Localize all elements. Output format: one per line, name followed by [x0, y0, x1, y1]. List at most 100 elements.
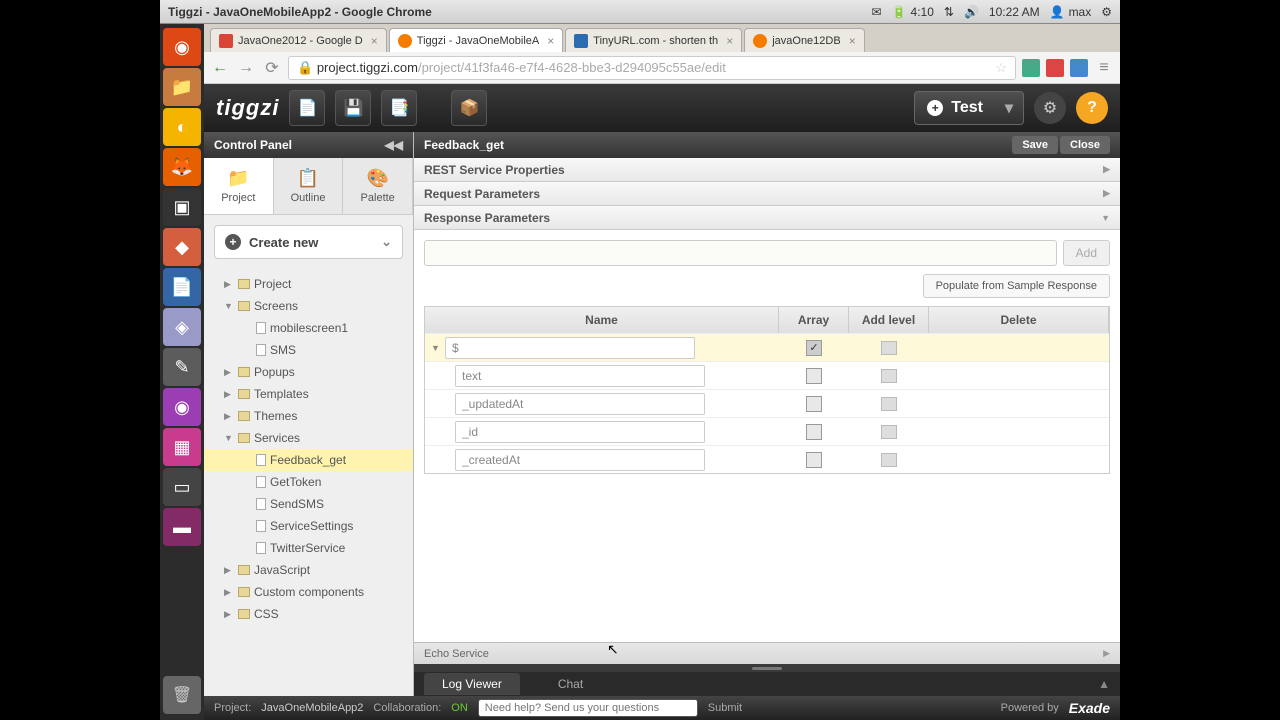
- network-icon[interactable]: ⇅: [944, 5, 954, 19]
- bottom-tab[interactable]: Chat: [540, 673, 601, 695]
- tree-folder[interactable]: ▶Templates: [204, 383, 413, 405]
- bottom-tab[interactable]: Log Viewer: [424, 673, 520, 695]
- tree-folder[interactable]: ▼Screens: [204, 295, 413, 317]
- back-button[interactable]: ←: [210, 58, 230, 78]
- request-section[interactable]: Request Parameters▶: [414, 182, 1120, 206]
- browser-tab[interactable]: TinyURL.com - shorten th×: [565, 28, 742, 52]
- add-level-button[interactable]: [881, 453, 897, 467]
- add-button[interactable]: Add: [1063, 240, 1110, 266]
- firefox-icon[interactable]: 🦊: [163, 148, 201, 186]
- gedit-icon[interactable]: 📄: [163, 268, 201, 306]
- launcher-app[interactable]: ▬: [163, 508, 201, 546]
- user-menu[interactable]: 👤 max: [1050, 5, 1092, 19]
- expand-icon[interactable]: ▶: [224, 389, 234, 400]
- forward-button[interactable]: →: [236, 58, 256, 78]
- files-icon[interactable]: 📁: [163, 68, 201, 106]
- array-checkbox[interactable]: [806, 452, 822, 468]
- expand-icon[interactable]: ▼: [224, 433, 234, 443]
- param-name-field[interactable]: [455, 365, 705, 387]
- add-level-button[interactable]: [881, 397, 897, 411]
- tree-folder[interactable]: ▶Popups: [204, 361, 413, 383]
- battery-indicator[interactable]: 🔋 4:10: [892, 5, 934, 19]
- echo-section[interactable]: Echo Service▶: [414, 642, 1120, 664]
- array-checkbox[interactable]: ✓: [806, 340, 822, 356]
- clock[interactable]: 10:22 AM: [989, 5, 1040, 19]
- tree-item[interactable]: SendSMS: [204, 493, 413, 515]
- tree-folder[interactable]: ▶Themes: [204, 405, 413, 427]
- reload-button[interactable]: ⟳: [262, 58, 282, 78]
- url-input[interactable]: 🔒 project.tiggzi.com/project/41f3fa46-e7…: [288, 56, 1016, 80]
- tree-folder[interactable]: ▶Custom components: [204, 581, 413, 603]
- tree-folder[interactable]: ▶CSS: [204, 603, 413, 625]
- array-checkbox[interactable]: [806, 424, 822, 440]
- tree-folder[interactable]: ▶JavaScript: [204, 559, 413, 581]
- toolbar-button[interactable]: 📄: [289, 90, 325, 126]
- array-checkbox[interactable]: [806, 396, 822, 412]
- help-input[interactable]: [478, 699, 698, 717]
- tree-item[interactable]: SMS: [204, 339, 413, 361]
- close-tab-icon[interactable]: ×: [849, 34, 856, 48]
- extension-icon[interactable]: [1070, 59, 1088, 77]
- launcher-app[interactable]: ✎: [163, 348, 201, 386]
- chrome-icon[interactable]: ◐: [163, 108, 201, 146]
- add-level-button[interactable]: [881, 341, 897, 355]
- tree-item[interactable]: TwitterService: [204, 537, 413, 559]
- expand-icon[interactable]: ▶: [224, 609, 234, 620]
- expand-icon[interactable]: ▶: [224, 587, 234, 598]
- expand-icon[interactable]: ▶: [224, 279, 234, 290]
- add-level-button[interactable]: [881, 369, 897, 383]
- mail-icon[interactable]: ✉: [872, 5, 882, 19]
- panel-tab-palette[interactable]: 🎨Palette: [343, 158, 413, 214]
- close-tab-icon[interactable]: ×: [547, 34, 554, 48]
- launcher-app[interactable]: ◈: [163, 308, 201, 346]
- tree-folder[interactable]: ▶Project: [204, 273, 413, 295]
- expand-icon[interactable]: ▶: [224, 565, 234, 576]
- toolbar-button[interactable]: 📑: [381, 90, 417, 126]
- extension-icon[interactable]: [1022, 59, 1040, 77]
- launcher-app[interactable]: ▭: [163, 468, 201, 506]
- resize-grip[interactable]: [414, 664, 1120, 672]
- system-icon[interactable]: ⚙: [1101, 5, 1112, 19]
- launcher-app[interactable]: ▦: [163, 428, 201, 466]
- param-name-field[interactable]: [455, 421, 705, 443]
- tree-item[interactable]: ServiceSettings: [204, 515, 413, 537]
- panel-tab-project[interactable]: 📁Project: [204, 158, 274, 214]
- tree-item[interactable]: GetToken: [204, 471, 413, 493]
- close-tab-icon[interactable]: ×: [726, 34, 733, 48]
- add-level-button[interactable]: [881, 425, 897, 439]
- menu-icon[interactable]: ≡: [1094, 58, 1114, 78]
- close-tab-icon[interactable]: ×: [371, 34, 378, 48]
- save-button[interactable]: Save: [1012, 136, 1058, 154]
- dash-icon[interactable]: ◉: [163, 28, 201, 66]
- settings-button[interactable]: ⚙: [1034, 92, 1066, 124]
- trash-icon[interactable]: 🗑: [163, 676, 201, 714]
- launcher-app[interactable]: ◆: [163, 228, 201, 266]
- rest-section[interactable]: REST Service Properties▶: [414, 158, 1120, 182]
- export-button[interactable]: 📦: [451, 90, 487, 126]
- expand-icon[interactable]: ▶: [224, 411, 234, 422]
- terminal-icon[interactable]: ▣: [163, 188, 201, 226]
- param-name-field[interactable]: [455, 449, 705, 471]
- browser-tab[interactable]: JavaOne2012 - Google D×: [210, 28, 387, 52]
- browser-tab[interactable]: Tiggzi - JavaOneMobileA×: [389, 28, 564, 52]
- array-checkbox[interactable]: [806, 368, 822, 384]
- param-name-field[interactable]: [455, 393, 705, 415]
- param-name-field[interactable]: [445, 337, 695, 359]
- collapse-icon[interactable]: ◀◀: [385, 138, 403, 152]
- gmail-icon[interactable]: [1046, 59, 1064, 77]
- expand-icon[interactable]: ▲: [1098, 677, 1110, 691]
- browser-tab[interactable]: javaOne12DB×: [744, 28, 865, 52]
- param-name-input[interactable]: [424, 240, 1057, 266]
- tree-item[interactable]: Feedback_get: [204, 449, 413, 471]
- help-button[interactable]: ?: [1076, 92, 1108, 124]
- submit-link[interactable]: Submit: [708, 702, 742, 714]
- close-button[interactable]: Close: [1060, 136, 1110, 154]
- test-button[interactable]: + Test ▾: [914, 91, 1024, 125]
- create-new-button[interactable]: + Create new ⌄: [214, 225, 403, 259]
- tree-item[interactable]: mobilescreen1: [204, 317, 413, 339]
- volume-icon[interactable]: 🔊: [964, 5, 979, 19]
- response-section[interactable]: Response Parameters▼: [414, 206, 1120, 230]
- expand-icon[interactable]: ▶: [224, 367, 234, 378]
- collapse-icon[interactable]: ▼: [431, 343, 441, 353]
- panel-tab-outline[interactable]: 📋Outline: [274, 158, 344, 214]
